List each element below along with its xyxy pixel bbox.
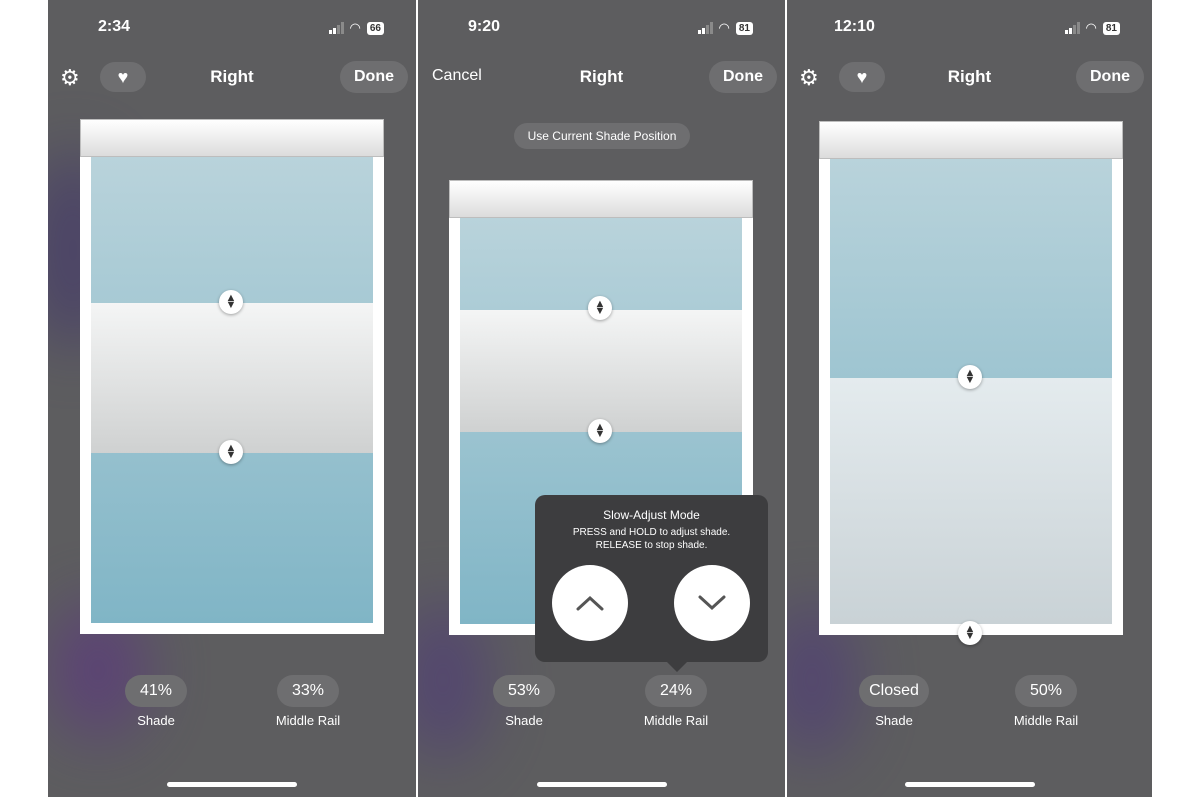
battery-icon: 66 (366, 21, 384, 35)
status-bar: 9:20 ◠ 81 (418, 14, 785, 44)
battery-icon: 81 (735, 21, 753, 35)
battery-icon: 81 (1102, 21, 1120, 35)
shade-fabric (830, 378, 1112, 624)
shade-label: Shade (137, 713, 175, 728)
nav-bar: Cancel Right Done (418, 60, 785, 94)
nav-bar: ⚙ ♥ Right Done (787, 60, 1152, 94)
home-indicator[interactable] (536, 782, 667, 787)
popup-pointer (667, 662, 687, 672)
phone-screen-1: 2:34 ◠ 66 ⚙ ♥ Right Done ▲ ▼ ▲ ▼ 41% Shade… (48, 0, 416, 797)
shade-value[interactable]: Closed (859, 675, 929, 707)
shade-label: Shade (875, 713, 913, 728)
popup-instruction-2: RELEASE to stop shade. (595, 540, 708, 551)
slow-adjust-up-button[interactable] (552, 565, 628, 641)
clock: 12:10 (834, 18, 875, 35)
middle-rail-label: Middle Rail (1013, 713, 1079, 728)
cellular-signal-icon (328, 22, 344, 34)
done-button[interactable]: Done (709, 61, 777, 93)
use-current-shade-position-button[interactable]: Use Current Shade Position (514, 123, 690, 149)
wifi-icon: ◠ (1085, 20, 1097, 35)
slow-adjust-popup: Slow-Adjust Mode PRESS and HOLD to adjus… (535, 495, 768, 672)
top-rail-handle[interactable]: ▲ ▼ (588, 296, 612, 320)
middle-rail-value[interactable]: 33% (277, 675, 339, 707)
middle-rail-value[interactable]: 50% (1015, 675, 1077, 707)
headrail (80, 119, 384, 157)
headrail (449, 180, 753, 218)
clock: 9:20 (468, 18, 501, 35)
middle-rail-label: Middle Rail (643, 713, 709, 728)
window-view (91, 157, 373, 623)
cellular-signal-icon (697, 22, 713, 34)
status-bar: 2:34 ◠ 66 (48, 14, 416, 44)
middle-rail-handle[interactable]: ▲ ▼ (588, 419, 612, 443)
chevron-down-icon (698, 595, 726, 611)
phone-screen-3: 12:10 ◠ 81 ⚙ ♥ Right Done ▲ ▼ ▲ ▼ Closed S… (787, 0, 1152, 797)
wifi-icon: ◠ (718, 20, 730, 35)
status-bar: 12:10 ◠ 81 (787, 14, 1152, 44)
home-indicator[interactable] (904, 782, 1035, 787)
slow-adjust-down-button[interactable] (674, 565, 750, 641)
popup-instruction-1: PRESS and HOLD to adjust shade. (572, 527, 731, 538)
done-button[interactable]: Done (1076, 61, 1144, 93)
done-button[interactable]: Done (340, 61, 408, 93)
home-indicator[interactable] (167, 782, 297, 787)
shade-fabric (91, 303, 373, 453)
bottom-rail-handle[interactable]: ▲ ▼ (958, 621, 982, 645)
middle-rail-value[interactable]: 24% (645, 675, 707, 707)
clock: 2:34 (98, 18, 131, 35)
nav-bar: ⚙ ♥ Right Done (48, 60, 416, 94)
window-view (830, 159, 1112, 624)
shade-value[interactable]: 53% (493, 675, 555, 707)
middle-rail-handle[interactable]: ▲ ▼ (219, 440, 243, 464)
phone-screen-2: 9:20 ◠ 81 Cancel Right Done Use Current … (418, 0, 785, 797)
wifi-icon: ◠ (349, 20, 361, 35)
top-rail-handle[interactable]: ▲ ▼ (219, 290, 243, 314)
popup-title: Slow-Adjust Mode (603, 508, 700, 522)
shade-preview: ▲ ▼ ▲ ▼ (80, 119, 384, 634)
headrail (819, 121, 1123, 159)
shade-preview: ▲ ▼ ▲ ▼ (819, 121, 1123, 645)
shade-label: Shade (505, 713, 543, 728)
top-rail-handle[interactable]: ▲ ▼ (958, 365, 982, 389)
cellular-signal-icon (1064, 22, 1080, 34)
middle-rail-label: Middle Rail (275, 713, 341, 728)
chevron-up-icon (576, 595, 604, 611)
shade-value[interactable]: 41% (125, 675, 187, 707)
shade-fabric (460, 310, 742, 432)
